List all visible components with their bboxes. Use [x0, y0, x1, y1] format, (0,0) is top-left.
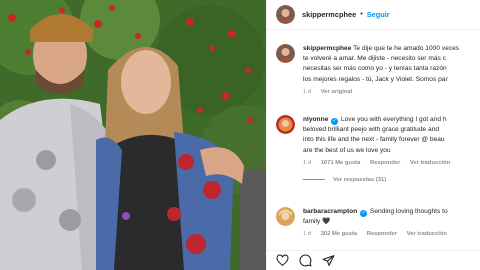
comment-meta: 1 d 302 Me gusta Responder Ver traducció…	[303, 231, 480, 237]
translate-button[interactable]: Ver traducción	[410, 160, 450, 166]
likes-count-button[interactable]: 1671 Me gusta	[321, 160, 361, 166]
caption-time: 1 d	[303, 88, 312, 95]
see-original-button[interactable]: Ver original	[321, 89, 353, 95]
follow-button[interactable]: Seguir	[367, 10, 390, 19]
comment-line: are the best of us we love you	[303, 146, 391, 154]
view-replies-button[interactable]: Ver respuestas (31)	[303, 177, 480, 183]
view-replies-label: Ver respuestas (31)	[333, 176, 387, 183]
reply-button[interactable]: Responder	[367, 231, 397, 237]
author-username[interactable]: skippermcphee	[302, 10, 356, 19]
share-icon[interactable]	[322, 254, 335, 267]
caption-meta: 1 d Ver original	[303, 89, 480, 95]
comment-line: beloved brilliant peejo with grace grati…	[303, 126, 439, 134]
reply-button[interactable]: Responder	[370, 160, 400, 166]
separator-dot: •	[360, 11, 363, 18]
replies-divider	[303, 179, 325, 181]
comment-icon[interactable]	[299, 254, 312, 267]
commenter-avatar[interactable]	[276, 207, 295, 226]
caption-line: necesitas ser más como yo - y tenías tan…	[303, 65, 447, 73]
commenter-avatar[interactable]	[276, 115, 295, 134]
caption-username[interactable]: skippermcphee	[303, 45, 351, 52]
verified-badge-icon: ✓	[331, 118, 339, 125]
likes-count-button[interactable]: 302 Me gusta	[321, 231, 357, 237]
comment-line: into this life and the next - family for…	[303, 136, 445, 144]
comment-item: nlyonne ✓ Love you with everything I got…	[276, 115, 480, 183]
translate-button[interactable]: Ver traducción	[407, 231, 447, 237]
commenter-username[interactable]: barbaracrampton	[303, 208, 357, 215]
heart-outline-icon[interactable]	[276, 254, 289, 267]
caption-line: skippermcphee Te dije que te he amado 10…	[303, 45, 460, 52]
comment-time: 1 d	[303, 231, 312, 238]
caption-line: los mejores regalos - tú, Jack y Violet.…	[303, 75, 448, 83]
post-photo	[0, 0, 266, 270]
post-header: skippermcphee • Seguir	[267, 0, 480, 30]
comment-time: 1 d	[303, 159, 312, 166]
author-avatar[interactable]	[276, 5, 295, 24]
comment-line: family 🖤	[303, 218, 331, 226]
comments-panel: skippermcphee • Seguir skippermcphee Te …	[266, 0, 480, 270]
caption-avatar[interactable]	[276, 44, 295, 63]
comment-line: nlyonne ✓ Love you with everything I got…	[303, 116, 447, 125]
post-action-bar	[267, 250, 480, 270]
caption-line: te volveré a amar. Me dijiste - necesito…	[303, 55, 446, 63]
post-caption: skippermcphee Te dije que te he amado 10…	[276, 44, 480, 95]
commenter-username[interactable]: nlyonne	[303, 116, 328, 123]
comment-line: barbaracrampton ✓ Sending loving thought…	[303, 208, 448, 217]
comment-meta: 1 d 1671 Me gusta Responder Ver traducci…	[303, 160, 480, 166]
comment-item: barbaracrampton ✓ Sending loving thought…	[276, 207, 480, 237]
verified-badge-icon: ✓	[360, 210, 368, 217]
